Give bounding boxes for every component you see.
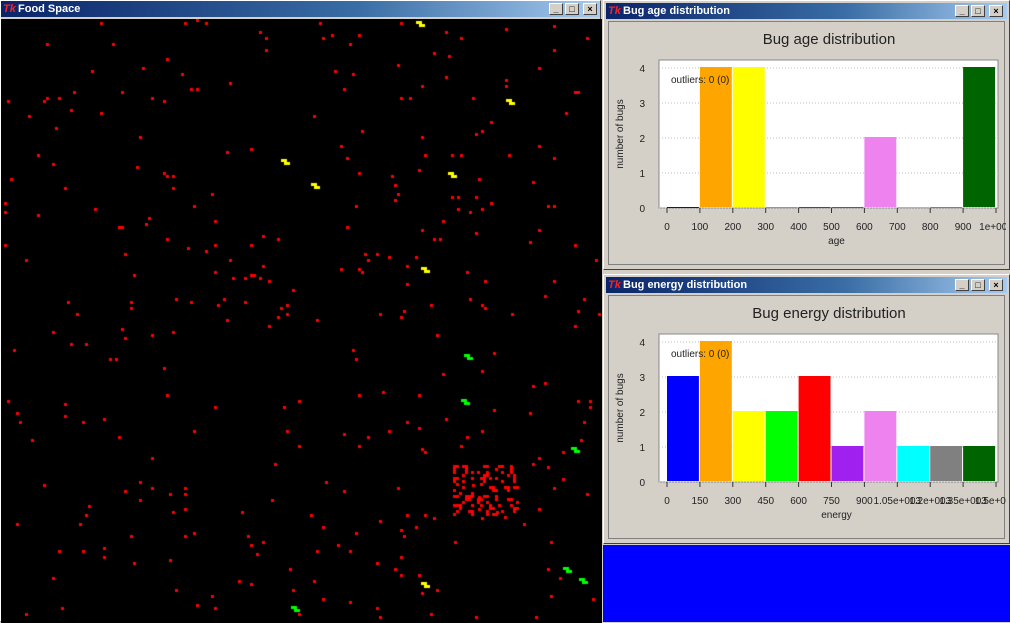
x-tick-label: 600 <box>856 222 873 233</box>
x-tick-label: 1.5e+003 <box>975 496 1006 507</box>
energy-titlebar[interactable]: Tk Bug energy distribution _ □ × <box>606 277 1007 293</box>
x-tick-label: 200 <box>724 222 741 233</box>
food-space-canvas[interactable] <box>1 19 602 623</box>
y-tick-label: 4 <box>639 338 645 349</box>
energy-chart: Bug energy distribution 0 1 2 3 4 0 150 300 450 60… <box>615 305 1010 521</box>
age-chart-panel: Bug age distribution 0 1 2 3 4 0 100 200 300 400 50… <box>608 21 1010 265</box>
y-tick-label: 0 <box>639 204 645 215</box>
minimize-button[interactable]: _ <box>955 279 969 291</box>
y-tick-label: 3 <box>639 373 645 384</box>
age-distribution-window: Tk Bug age distribution _ □ × Bug age di… <box>603 0 1010 270</box>
x-tick-label: 450 <box>757 496 774 507</box>
minimize-button[interactable]: _ <box>549 3 563 15</box>
bar <box>798 376 831 481</box>
close-button[interactable]: × <box>989 5 1003 17</box>
tk-icon: Tk <box>608 279 621 291</box>
window-title: Bug age distribution <box>623 5 730 17</box>
x-tick-label: 300 <box>757 222 774 233</box>
age-chart: Bug age distribution 0 1 2 3 4 0 100 200 300 400 50… <box>615 31 1010 247</box>
bar <box>963 67 995 207</box>
bar <box>798 207 831 208</box>
food-space-window: Tk Food Space _ □ × <box>0 0 602 623</box>
bar <box>930 207 963 208</box>
food-space-titlebar[interactable]: Tk Food Space _ □ × <box>1 1 600 17</box>
x-tick-label: 0 <box>664 496 670 507</box>
tk-icon: Tk <box>608 5 621 17</box>
x-axis-label: age <box>828 236 845 247</box>
y-tick-label: 0 <box>639 478 645 489</box>
x-tick-label: 500 <box>823 222 840 233</box>
blue-desktop-area <box>603 545 1010 622</box>
y-tick-label: 4 <box>639 64 645 75</box>
outliers-annotation: outliers: 0 (0) <box>671 349 729 360</box>
bar <box>699 341 732 481</box>
bar <box>667 376 699 481</box>
y-tick-label: 2 <box>639 134 645 145</box>
x-tick-label: 600 <box>790 496 807 507</box>
bar <box>963 446 995 481</box>
bar <box>765 207 798 208</box>
y-tick-label: 1 <box>639 443 645 454</box>
bar <box>864 137 897 207</box>
y-axis-label: number of bugs <box>615 99 626 169</box>
minimize-button[interactable]: _ <box>955 5 969 17</box>
chart-title: Bug age distribution <box>763 31 896 48</box>
bar <box>732 411 765 481</box>
bar <box>930 446 963 481</box>
outliers-annotation: outliers: 0 (0) <box>671 75 729 86</box>
y-tick-label: 1 <box>639 169 645 180</box>
y-tick-label: 3 <box>639 99 645 110</box>
bar <box>897 207 930 208</box>
energy-distribution-window: Tk Bug energy distribution _ □ × Bug ene… <box>603 274 1010 544</box>
y-axis-label: number of bugs <box>615 373 626 443</box>
chart-title: Bug energy distribution <box>752 305 905 322</box>
x-axis-label: energy <box>821 510 852 521</box>
bar <box>732 67 765 207</box>
tk-icon: Tk <box>3 3 16 15</box>
bar <box>831 446 864 481</box>
bar <box>864 411 897 481</box>
bar <box>831 207 864 208</box>
close-button[interactable]: × <box>583 3 597 15</box>
bar <box>897 446 930 481</box>
age-titlebar[interactable]: Tk Bug age distribution _ □ × <box>606 3 1007 19</box>
x-tick-label: 0 <box>664 222 670 233</box>
y-tick-label: 2 <box>639 408 645 419</box>
bar <box>667 207 699 208</box>
x-tick-label: 1e+003 <box>979 222 1006 233</box>
close-button[interactable]: × <box>989 279 1003 291</box>
x-tick-label: 100 <box>692 222 709 233</box>
x-tick-label: 300 <box>724 496 741 507</box>
maximize-button[interactable]: □ <box>565 3 579 15</box>
x-tick-label: 900 <box>856 496 873 507</box>
energy-chart-panel: Bug energy distribution 0 1 2 3 4 0 150 300 450 60… <box>608 295 1010 539</box>
maximize-button[interactable]: □ <box>971 5 985 17</box>
window-title: Food Space <box>18 3 81 15</box>
x-tick-label: 700 <box>889 222 906 233</box>
window-title: Bug energy distribution <box>623 279 748 291</box>
maximize-button[interactable]: □ <box>971 279 985 291</box>
x-tick-label: 400 <box>790 222 807 233</box>
x-tick-label: 800 <box>922 222 939 233</box>
bar <box>699 67 732 207</box>
x-tick-label: 900 <box>955 222 972 233</box>
x-tick-label: 750 <box>823 496 840 507</box>
bar <box>765 411 798 481</box>
x-tick-label: 150 <box>692 496 709 507</box>
